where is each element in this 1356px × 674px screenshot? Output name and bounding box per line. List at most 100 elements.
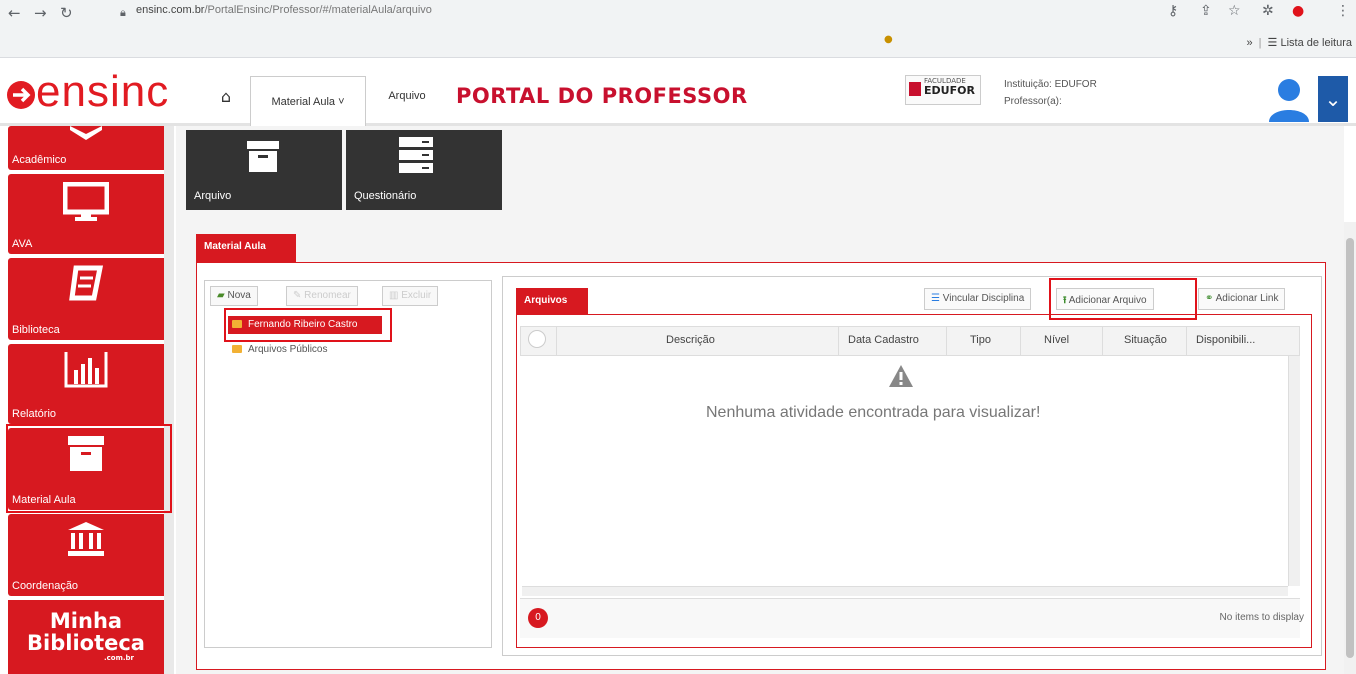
browser-menu-icon[interactable]: ⋮ [1336, 3, 1350, 19]
renomear-button[interactable]: ✎ Renomear [286, 286, 358, 306]
col-nivel[interactable]: Nível [1044, 334, 1069, 346]
tree-item-fernando[interactable]: Fernando Ribeiro Castro [228, 316, 382, 334]
home-icon: ⌂ [220, 86, 232, 106]
col-disponibilidade[interactable]: Disponibili... [1196, 334, 1255, 346]
institution-icon [68, 522, 104, 556]
page-title: PORTAL DO PROFESSOR [456, 84, 748, 108]
sidebar-item-relatorio[interactable]: Relatório [8, 344, 164, 424]
vincular-label: Vincular Disciplina [942, 293, 1025, 304]
edufor-mark-icon [909, 82, 921, 96]
col-divider [556, 327, 557, 355]
link-icon: ⚭ [1205, 293, 1214, 304]
col-divider [1020, 327, 1021, 355]
warning-icon [889, 365, 913, 387]
sidebar-item-label: Coordenação [12, 580, 79, 592]
tree-item-label: Arquivos Públicos [248, 344, 328, 355]
vincular-disciplina-button[interactable]: ☰ Vincular Disciplina [924, 288, 1032, 310]
archive-box-icon [247, 141, 279, 172]
page-scrollbar-thumb[interactable] [1346, 238, 1354, 658]
reading-list[interactable]: Lista de leitura [1280, 37, 1352, 49]
forward-icon[interactable]: → [34, 4, 47, 22]
user-avatar-icon[interactable] [1266, 76, 1312, 122]
col-data-cadastro[interactable]: Data Cadastro [848, 334, 919, 346]
nova-button[interactable]: ▰ Nova [210, 286, 258, 306]
col-descricao[interactable]: Descrição [666, 334, 715, 346]
sidebar-item-biblioteca[interactable]: Biblioteca [8, 258, 164, 340]
edufor-logo: FACULDADE EDUFOR [905, 75, 981, 105]
grid-horizontal-scrollbar[interactable] [522, 586, 1288, 596]
sidebar-item-label: Material Aula [12, 494, 76, 506]
tab-favicon-icon: ● [884, 34, 893, 45]
select-all-checkbox[interactable] [528, 330, 546, 348]
minha-biblioteca-link[interactable]: Minha Biblioteca .com.br [8, 600, 164, 674]
tab-material-aula[interactable]: Material Aula [196, 234, 296, 262]
folder-open-icon: ▰ [217, 290, 225, 301]
quick-questionario-label: Questionário [354, 190, 417, 202]
pencil-icon: ✎ [293, 290, 302, 301]
col-tipo[interactable]: Tipo [970, 334, 991, 346]
adicionar-link-label: Adicionar Link [1215, 293, 1279, 304]
folder-tree [204, 280, 492, 648]
list-icon: ☰ [931, 293, 940, 304]
tree-item-arquivos-publicos[interactable]: Arquivos Públicos [232, 344, 327, 355]
more-bookmarks[interactable]: » [1247, 37, 1253, 49]
bar-chart-icon [64, 352, 108, 388]
bookmarks-right: » | ☰ Lista de leitura [1246, 37, 1352, 49]
quick-arquivo-button[interactable]: Arquivo [186, 130, 342, 210]
col-situacao[interactable]: Situação [1124, 334, 1167, 346]
excluir-button[interactable]: ▥ Excluir [382, 286, 439, 306]
edufor-name: EDUFOR [924, 84, 975, 97]
tab-arquivos[interactable]: Arquivos [516, 288, 588, 314]
trash-icon: ▥ [389, 290, 399, 301]
stack-icon [399, 137, 433, 173]
book-icon [69, 265, 104, 301]
sidebar-item-material-aula[interactable]: Material Aula [8, 428, 164, 510]
quick-questionario-button[interactable]: Questionário [346, 130, 502, 210]
sidebar-item-label: Relatório [12, 408, 57, 420]
folder-icon [232, 345, 242, 353]
home-button[interactable]: ⌂ [206, 76, 246, 116]
sidebar-item-academico[interactable]: Acadêmico [8, 126, 164, 170]
grid-footer [520, 598, 1300, 638]
academic-icon [70, 126, 102, 140]
minha-com: .com.br [103, 654, 134, 662]
minha-line2: Biblioteca [27, 631, 145, 655]
reload-icon[interactable]: ↻ [60, 4, 73, 22]
sidebar-item-label: Acadêmico [12, 154, 67, 166]
no-items-label: No items to display [1219, 612, 1304, 623]
page-scrollbar[interactable] [1344, 222, 1356, 674]
share-icon[interactable]: ⇪ [1200, 3, 1212, 19]
menu-material-aula[interactable]: Material Aula ˅ [250, 76, 366, 126]
tree-item-label: Fernando Ribeiro Castro [248, 319, 358, 330]
folder-icon [232, 320, 242, 328]
user-menu-button[interactable]: ⌄ [1318, 76, 1348, 122]
address-bar[interactable]: ensinc.com.br/PortalEnsinc/Professor/#/m… [136, 4, 432, 16]
quick-arquivo-label: Arquivo [194, 190, 232, 202]
sidebar-item-coordenacao[interactable]: Coordenação [8, 514, 164, 596]
menu-arquivo[interactable]: Arquivo [372, 76, 442, 116]
col-divider [946, 327, 947, 355]
sidebar-scrollbar[interactable] [164, 126, 174, 674]
adicionar-link-button[interactable]: ⚭ Adicionar Link [1198, 288, 1286, 310]
sidebar-item-ava[interactable]: AVA [8, 174, 164, 254]
nova-label: Nova [227, 290, 251, 301]
minha-line1: Minha [49, 609, 123, 633]
key-icon[interactable]: ⚷ [1168, 3, 1178, 19]
logo-text: ensinc [36, 67, 170, 116]
star-icon[interactable]: ☆ [1228, 3, 1241, 19]
col-divider [1186, 327, 1187, 355]
chevron-down-icon: ⌄ [1324, 87, 1342, 111]
ensinc-logo[interactable]: ensinc [6, 68, 169, 116]
col-divider [838, 327, 839, 355]
back-icon[interactable]: ← [8, 4, 21, 22]
url-path: /PortalEnsinc/Professor/#/materialAula/a… [204, 4, 432, 16]
adicionar-arquivo-button[interactable]: ⭱ Adicionar Arquivo [1056, 288, 1154, 310]
grid-vertical-scrollbar[interactable] [1288, 356, 1300, 586]
extension-badge-icon[interactable]: ● [1292, 3, 1304, 19]
adicionar-arquivo-label: Adicionar Arquivo [1068, 295, 1147, 306]
renomear-label: Renomear [304, 290, 351, 301]
institution-label: Instituição: EDUFOR [1004, 79, 1097, 90]
page-count-badge[interactable]: 0 [528, 608, 548, 628]
lock-icon: 🔒︎ [120, 6, 126, 19]
extensions-icon[interactable]: ✲ [1262, 3, 1274, 19]
